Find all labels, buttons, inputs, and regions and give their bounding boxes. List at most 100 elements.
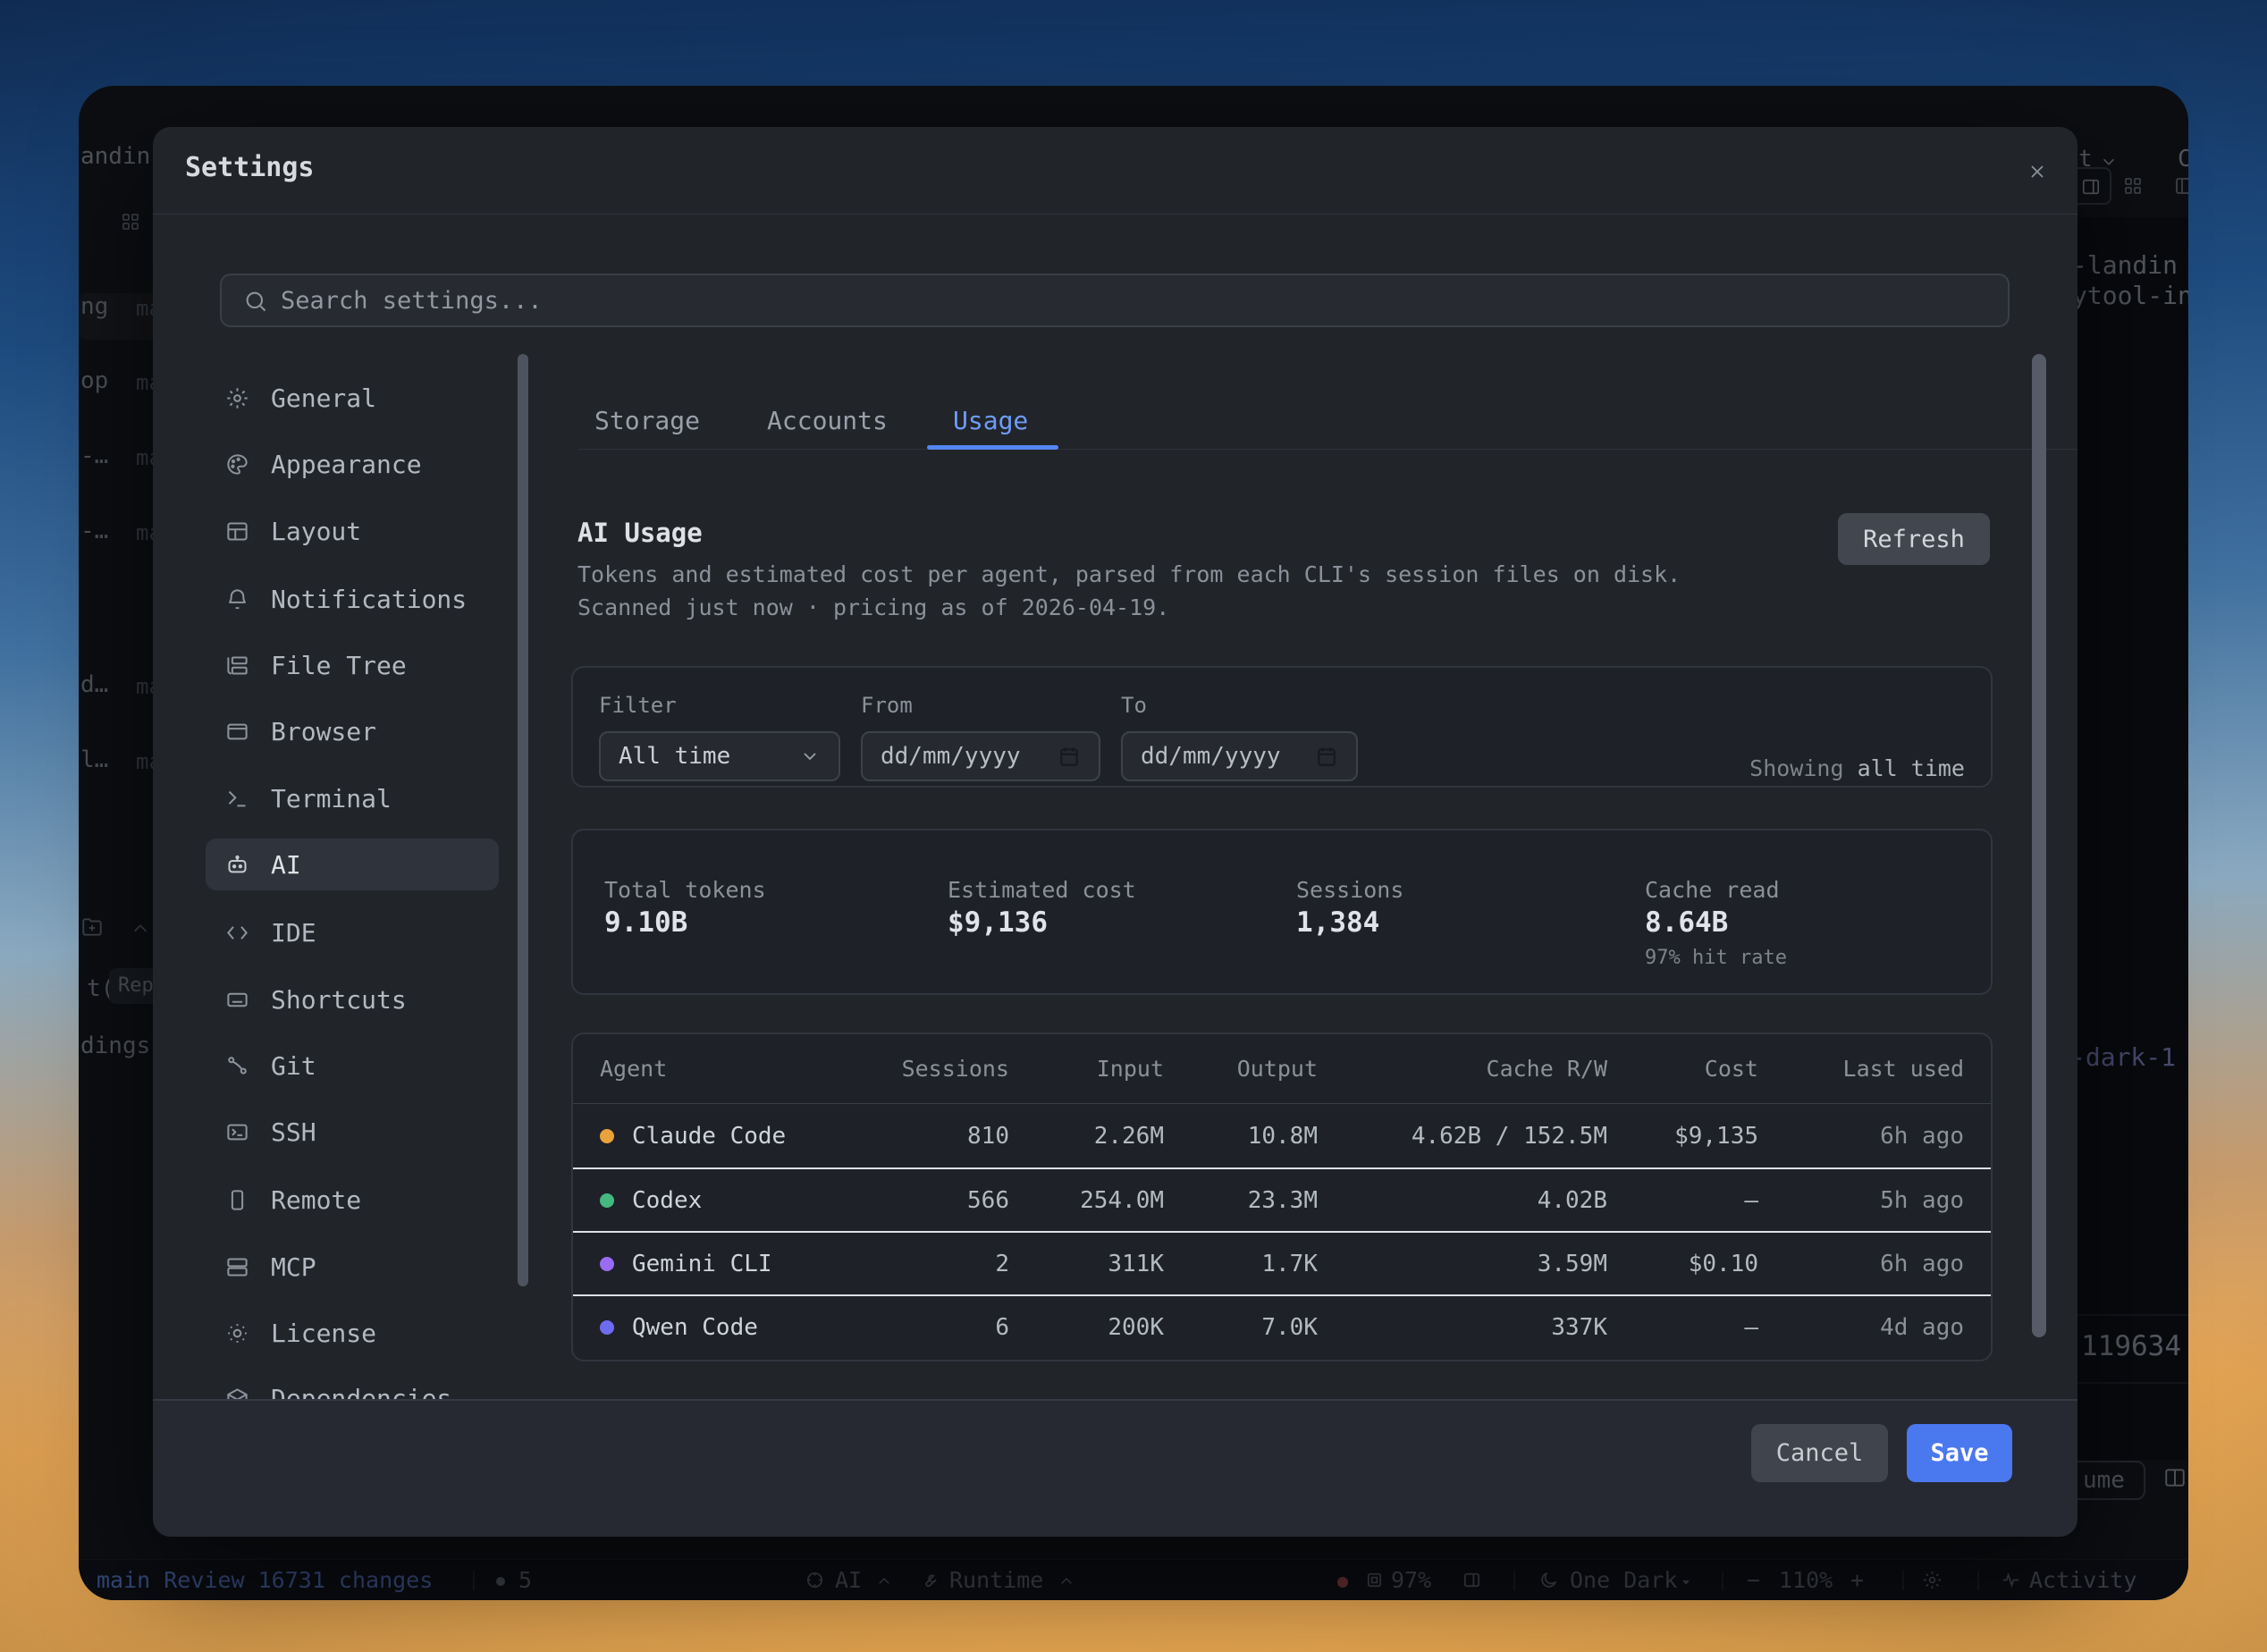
sidebar-item-browser[interactable]: Browser — [206, 705, 499, 757]
refresh-button[interactable]: Refresh — [1838, 513, 1990, 565]
sidebar-label: Git — [271, 1051, 316, 1081]
sidebar-item-ide[interactable]: IDE — [206, 906, 499, 958]
grid-icon[interactable] — [2122, 175, 2144, 197]
agent-name: Claude Code — [632, 1123, 786, 1150]
sidebar-item-general[interactable]: General — [206, 372, 499, 424]
chevron-up-icon — [876, 1573, 892, 1589]
theme-selector[interactable]: One Dark — [1570, 1567, 1677, 1593]
modal-title: Settings — [185, 152, 315, 183]
sidebar-item-appearance[interactable]: Appearance — [206, 438, 499, 490]
section-title: AI Usage — [577, 518, 703, 548]
tab-usage[interactable]: Usage — [953, 406, 1028, 435]
settings-search[interactable] — [220, 274, 2010, 327]
layout-icon — [225, 519, 249, 544]
sidebar-item-shortcuts[interactable]: Shortcuts — [206, 974, 499, 1025]
search-icon — [243, 289, 268, 314]
sidebar-label: General — [271, 384, 376, 413]
col-output: Output — [1164, 1056, 1318, 1082]
time-filter-select[interactable]: All time — [599, 731, 840, 781]
col-cost: Cost — [1607, 1056, 1758, 1082]
table-row: Gemini CLI 2 311K 1.7K 3.59M $0.10 6h ag… — [573, 1231, 1991, 1294]
close-icon — [2027, 161, 2048, 182]
battery-status: 97% — [1391, 1567, 1431, 1593]
list-item: op — [80, 367, 108, 394]
agent-cell: Codex — [600, 1187, 875, 1214]
zoom-out-button[interactable]: − — [1747, 1567, 1760, 1593]
chevron-up-icon — [1058, 1573, 1075, 1589]
table-row: Codex 566 254.0M 23.3M 4.02B — 5h ago — [573, 1167, 1991, 1231]
from-date-input[interactable]: dd/mm/yyyy — [861, 731, 1100, 781]
last-used-cell: 6h ago — [1758, 1123, 1964, 1150]
sidebar-item-file-tree[interactable]: File Tree — [206, 639, 499, 691]
sessions-cell: 810 — [875, 1123, 1009, 1150]
zoom-in-button[interactable]: + — [1850, 1567, 1864, 1593]
tag-badge: Rep — [109, 968, 159, 1004]
input-cell: 254.0M — [1009, 1187, 1164, 1214]
toolbar-fragment: C — [2178, 146, 2188, 173]
sessions-cell: 566 — [875, 1187, 1009, 1214]
caret-down-icon — [1679, 1575, 1693, 1589]
sidebar-item-ai[interactable]: AI — [206, 839, 499, 890]
col-last-used: Last used — [1758, 1056, 1964, 1082]
active-tab-underline — [927, 445, 1058, 450]
list-fragment: dings — [80, 1032, 150, 1059]
gear-icon[interactable] — [1922, 1570, 1943, 1590]
time-filter-value: All time — [619, 743, 799, 770]
sidebar-label: File Tree — [271, 651, 407, 680]
sidebar-label: Appearance — [271, 450, 422, 479]
agent-count[interactable]: 5 — [518, 1567, 532, 1593]
terminal-text: ytool-in — [2072, 281, 2188, 310]
agent-name: Gemini CLI — [632, 1251, 772, 1277]
sidebar-item-remote[interactable]: Remote — [206, 1174, 499, 1226]
agent-name: Qwen Code — [632, 1314, 758, 1341]
modal-scrollbar[interactable] — [2032, 354, 2046, 1337]
sidebar-item-mcp[interactable]: MCP — [206, 1241, 499, 1293]
sidebar-label: MCP — [271, 1252, 316, 1282]
server-icon — [225, 1255, 249, 1279]
stat-value: 8.64B — [1645, 906, 1728, 939]
resume-button-fragment[interactable]: ume — [2070, 1461, 2145, 1500]
output-cell: 1.7K — [1164, 1251, 1318, 1277]
sidebar-item-ssh[interactable]: SSH — [206, 1106, 499, 1158]
to-date-input[interactable]: dd/mm/yyyy — [1121, 731, 1358, 781]
search-input[interactable] — [281, 275, 1979, 325]
panel-icon[interactable] — [1462, 1570, 1482, 1590]
sidebar-label: AI — [271, 850, 301, 880]
agent-dot — [600, 1193, 614, 1208]
folder-plus-icon — [80, 915, 104, 939]
stat-subtext: 97% hit rate — [1645, 947, 1787, 969]
sidebar-scrollbar[interactable] — [518, 354, 528, 1286]
sidebar-item-terminal[interactable]: Terminal — [206, 772, 499, 824]
git-branch-icon — [225, 1054, 249, 1078]
close-button[interactable] — [2019, 154, 2055, 190]
terminal-text: -dark-1 — [2070, 1042, 2176, 1072]
last-used-cell: 5h ago — [1758, 1187, 1964, 1214]
agent-count-dot — [496, 1577, 505, 1586]
runtime-status[interactable]: Runtime — [949, 1567, 1043, 1593]
resume-label: ume — [2083, 1467, 2125, 1494]
tab-accounts[interactable]: Accounts — [767, 406, 888, 435]
save-button[interactable]: Save — [1907, 1424, 2012, 1482]
divider — [1722, 1571, 1723, 1590]
list-item: -… — [80, 442, 108, 469]
col-cache: Cache R/W — [1318, 1056, 1607, 1082]
git-branch-status[interactable]: main Review 16731 changes — [97, 1567, 433, 1593]
cancel-button[interactable]: Cancel — [1751, 1424, 1888, 1482]
col-input: Input — [1009, 1056, 1164, 1082]
stat-value: $9,136 — [948, 906, 1048, 939]
memory-icon — [1364, 1570, 1385, 1590]
sidebar-item-notifications[interactable]: Notifications — [206, 573, 499, 625]
from-label: From — [861, 693, 913, 718]
sidebar-item-git[interactable]: Git — [206, 1040, 499, 1092]
divider — [2077, 1314, 2188, 1316]
output-cell: 23.3M — [1164, 1187, 1318, 1214]
ai-status[interactable]: AI — [835, 1567, 862, 1593]
book-icon[interactable] — [2163, 1466, 2187, 1489]
agent-cell: Gemini CLI — [600, 1251, 875, 1277]
sidebar-item-license[interactable]: License — [206, 1307, 499, 1359]
tab-storage[interactable]: Storage — [594, 406, 700, 435]
layout-icon[interactable] — [2174, 175, 2188, 197]
activity-status[interactable]: Activity — [2029, 1567, 2136, 1593]
wrench-icon — [919, 1570, 940, 1590]
sidebar-item-layout[interactable]: Layout — [206, 505, 499, 557]
